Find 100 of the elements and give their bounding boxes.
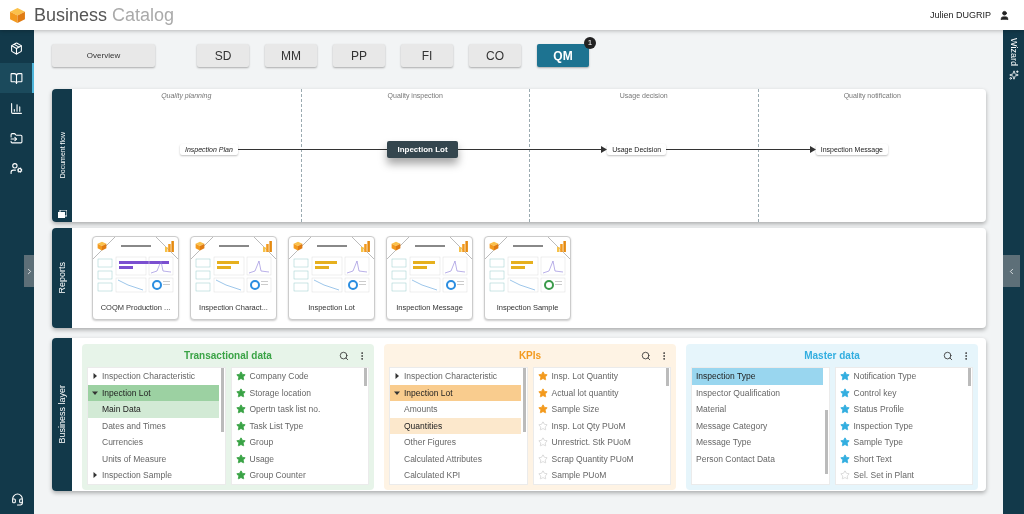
star-icon[interactable] — [235, 387, 246, 398]
module-tab[interactable]: PP — [333, 44, 385, 67]
star-icon[interactable] — [537, 470, 548, 481]
field-item[interactable]: Company Code — [231, 368, 362, 385]
star-icon[interactable] — [839, 437, 850, 448]
module-tab[interactable]: MM — [265, 44, 317, 67]
scrollbar[interactable] — [220, 368, 224, 432]
field-item[interactable]: Sel. Set in Plant — [835, 467, 966, 484]
search-icon[interactable] — [641, 350, 651, 361]
strip-label: Reports — [57, 262, 67, 294]
star-icon[interactable] — [537, 371, 548, 382]
star-icon[interactable] — [235, 453, 246, 464]
field-item[interactable]: Notification Type — [835, 368, 966, 385]
caret-right-icon[interactable] — [92, 472, 98, 479]
module-tab[interactable]: QM — [537, 44, 589, 67]
star-icon[interactable] — [537, 387, 548, 398]
field-item[interactable]: Insp. Lot Qty PUoM — [533, 417, 664, 434]
tree-item[interactable]: Message Category — [692, 417, 823, 434]
field-item[interactable]: Status Profile — [835, 401, 966, 418]
field-item[interactable]: Task List Type — [231, 417, 362, 434]
star-icon[interactable] — [839, 453, 850, 464]
tree-item[interactable]: Inpection Lot — [390, 384, 521, 401]
star-icon[interactable] — [537, 404, 548, 415]
star-icon[interactable] — [537, 437, 548, 448]
star-icon[interactable] — [839, 470, 850, 481]
search-icon[interactable] — [943, 350, 953, 361]
tree-item[interactable]: Inspector Qualification — [692, 384, 823, 401]
caret-down-icon[interactable] — [394, 389, 400, 396]
field-item[interactable]: Control key — [835, 384, 966, 401]
tree-item[interactable]: Person Contact Data — [692, 450, 823, 467]
field-item[interactable]: Unrestrict. Stk PUoM — [533, 434, 664, 451]
tree-item[interactable]: Inspection Characteristic — [88, 368, 219, 385]
cube-icon — [97, 241, 107, 251]
field-item[interactable]: Group — [231, 434, 362, 451]
tree-item[interactable]: Amounts — [390, 401, 521, 418]
tree-item[interactable]: Currencies — [88, 434, 219, 451]
book-icon — [9, 71, 23, 85]
module-tab[interactable]: SD — [197, 44, 249, 67]
scrollbar[interactable] — [522, 368, 526, 432]
tree-item[interactable]: Other Figures — [390, 434, 521, 451]
star-icon[interactable] — [235, 437, 246, 448]
field-item[interactable]: Usage — [231, 450, 362, 467]
bar-chart-icon — [263, 241, 272, 252]
tree-item[interactable]: Message Type — [692, 434, 823, 451]
star-icon[interactable] — [235, 404, 246, 415]
tree-item[interactable]: Inpection Lot — [88, 384, 219, 401]
flow-node[interactable]: Inpection Lot — [387, 141, 458, 158]
tree-item[interactable]: Units of Measure — [88, 450, 219, 467]
field-item[interactable]: Insp. Lot Quantity — [533, 368, 664, 385]
tree-item[interactable]: Material — [692, 401, 823, 418]
star-icon[interactable] — [839, 420, 850, 431]
scrollbar[interactable] — [364, 368, 367, 386]
star-icon[interactable] — [537, 453, 548, 464]
field-item[interactable]: Sample Type — [835, 434, 966, 451]
scrollbar[interactable] — [666, 368, 669, 386]
scrollbar[interactable] — [968, 368, 971, 386]
field-item[interactable]: Short Text — [835, 450, 966, 467]
field-item[interactable]: Storage location — [231, 384, 362, 401]
module-tab[interactable]: FI — [401, 44, 453, 67]
nav-item[interactable] — [0, 63, 34, 93]
scrollbar[interactable] — [824, 410, 828, 474]
star-icon[interactable] — [537, 420, 548, 431]
field-item[interactable]: Sample PUoM — [533, 467, 664, 484]
star-icon[interactable] — [235, 371, 246, 382]
field-item[interactable]: Group Counter — [231, 467, 362, 484]
app-subtitle: Catalog — [112, 4, 175, 26]
module-tab[interactable]: CO — [469, 44, 521, 67]
tree-item[interactable]: Quantities — [390, 417, 521, 434]
search-icon[interactable] — [339, 350, 349, 361]
tree-item[interactable]: Inspection Characteristic — [390, 368, 521, 385]
star-icon[interactable] — [839, 404, 850, 415]
tree-item[interactable]: Dates and Times — [88, 417, 219, 434]
headset-icon[interactable] — [10, 493, 24, 506]
card-title: KPIs — [518, 350, 542, 361]
star-icon[interactable] — [839, 387, 850, 398]
user-name[interactable]: Julien DUGRIP — [929, 10, 991, 20]
wizard-label[interactable]: Wizard — [1008, 38, 1019, 66]
tree-item[interactable]: Calculated Attributes — [390, 450, 521, 467]
cube-icon — [195, 241, 205, 251]
field-item[interactable]: Inspection Type — [835, 417, 966, 434]
caret-right-icon[interactable] — [92, 373, 98, 380]
star-icon[interactable] — [235, 420, 246, 431]
tree-item[interactable]: Calculated KPI — [390, 467, 521, 484]
tree-item[interactable]: Inspection Type — [692, 368, 823, 385]
sparkle-icon[interactable] — [1008, 70, 1019, 80]
field-item[interactable]: Sample Size — [533, 401, 664, 418]
caret-down-icon[interactable] — [92, 389, 98, 396]
star-icon[interactable] — [839, 371, 850, 382]
folder-icon — [9, 131, 23, 145]
caret-right-icon[interactable] — [394, 373, 400, 380]
app-title: Business — [34, 4, 108, 26]
overview-button[interactable]: Overview — [52, 44, 155, 67]
star-icon[interactable] — [235, 470, 246, 481]
field-item[interactable]: Actual lot quantity — [533, 384, 664, 401]
field-item[interactable]: Scrap Quantity PUoM — [533, 450, 664, 467]
tree-item[interactable]: Main Data — [88, 401, 219, 418]
field-item[interactable]: Opertn task list no. — [231, 401, 362, 418]
user-icon[interactable] — [999, 9, 1010, 21]
tree-item[interactable]: Inspection Sample — [88, 467, 219, 484]
cube-icon — [9, 41, 23, 55]
